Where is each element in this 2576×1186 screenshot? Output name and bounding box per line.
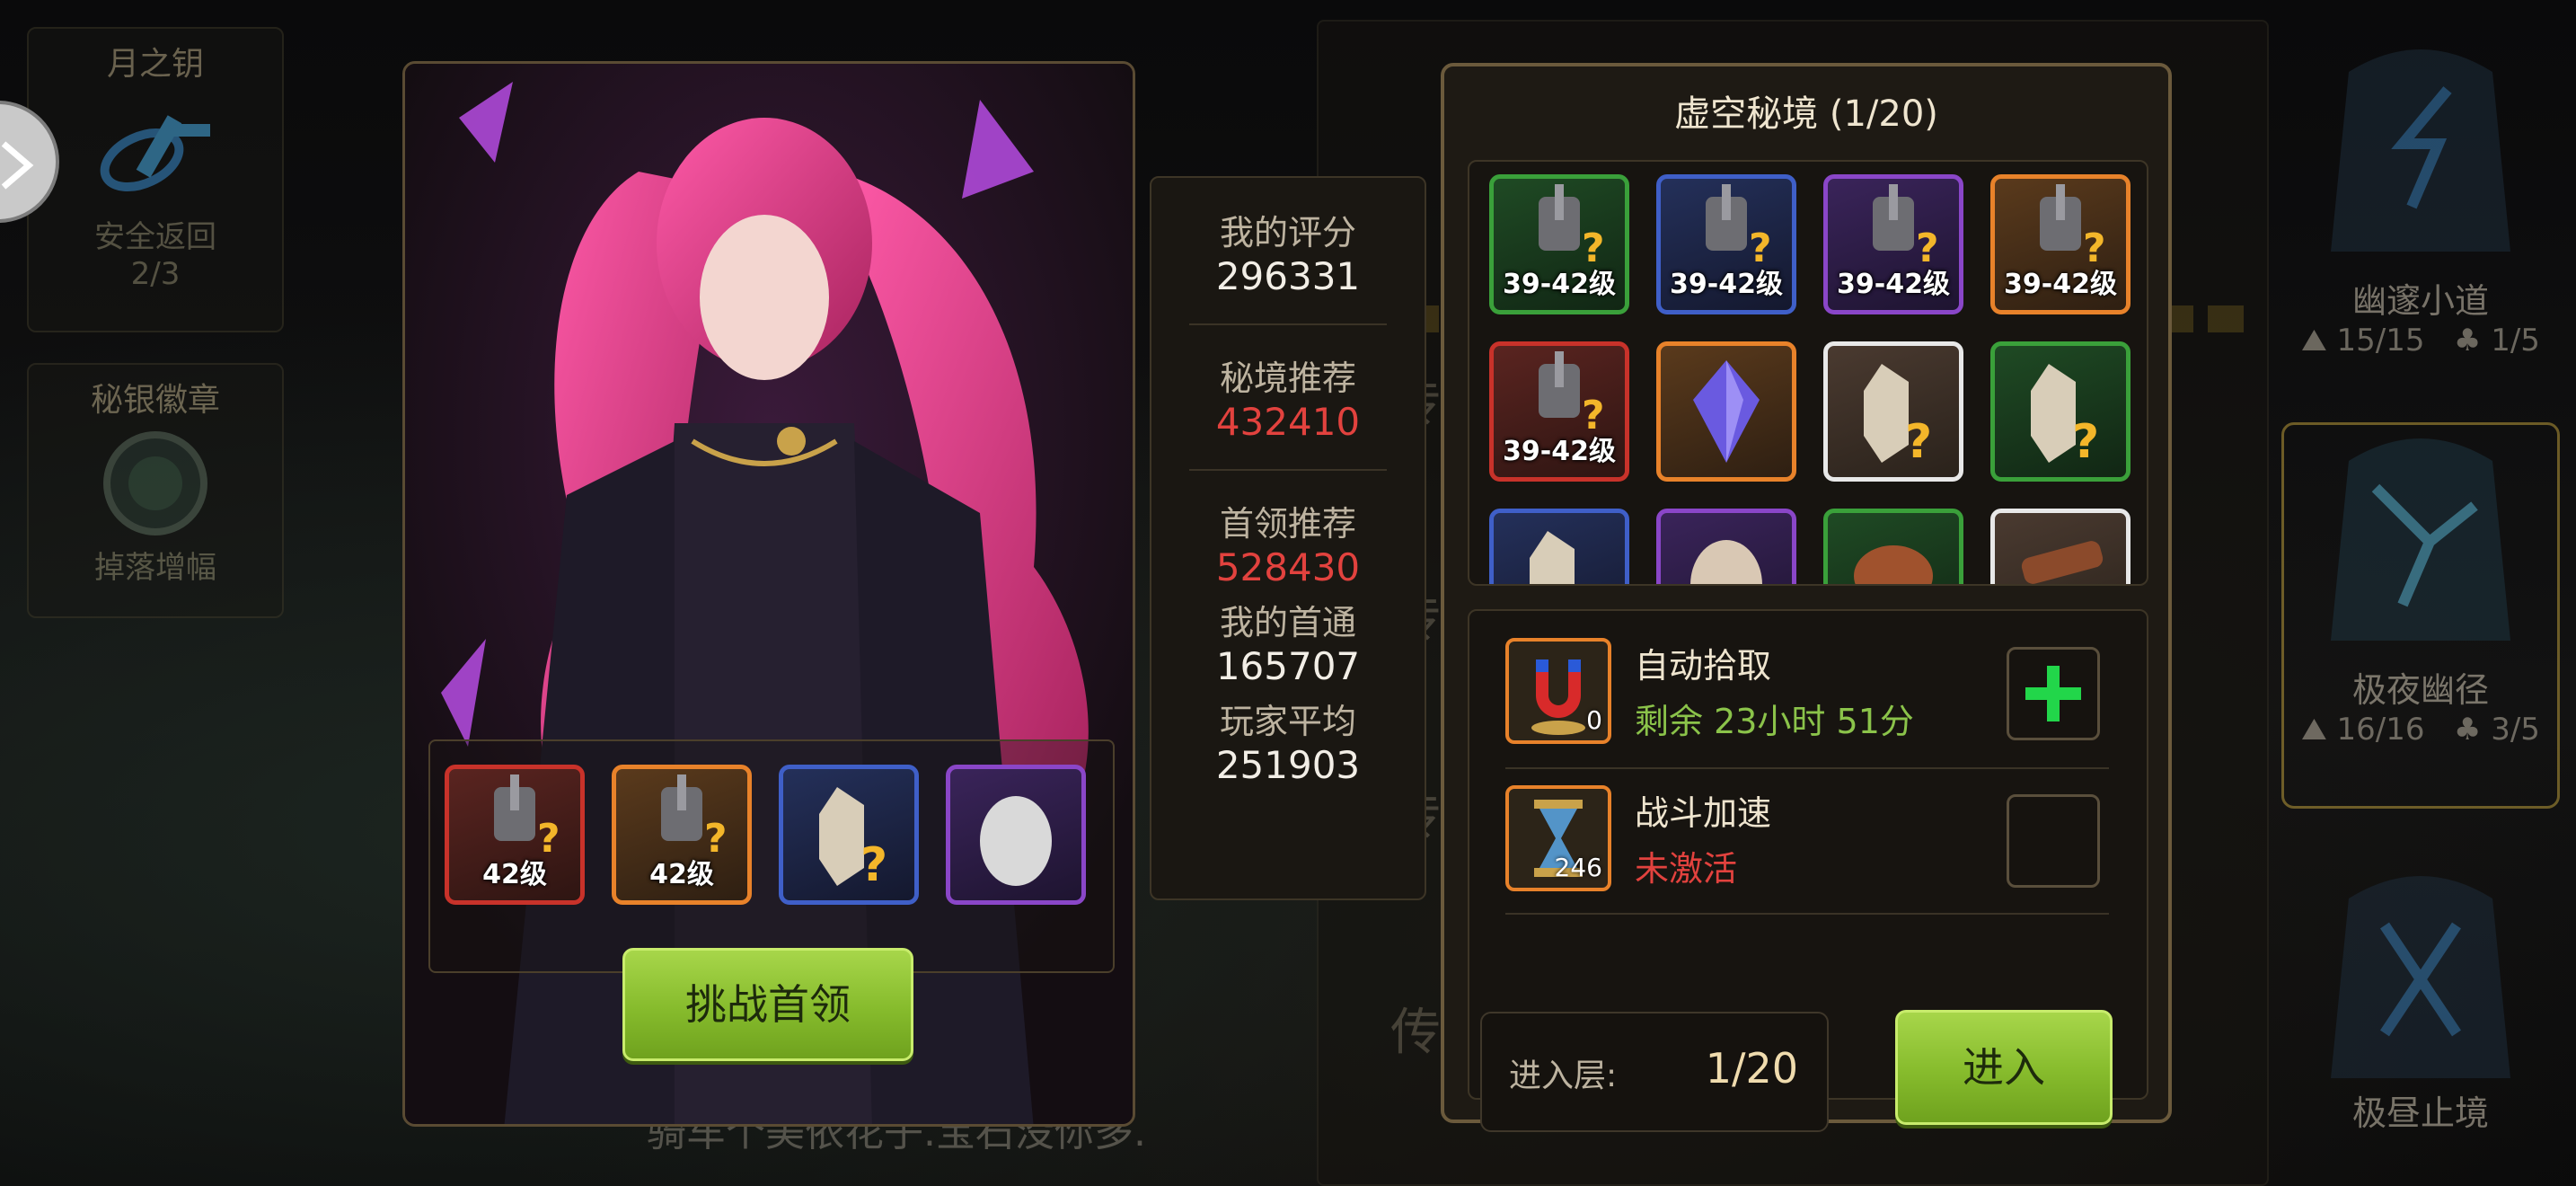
svg-text:?: ? (860, 838, 887, 892)
boss-reward-strip: ? 42级 ? 42级 ? (428, 739, 1115, 973)
stats-panel: 我的评分 296331 秘境推荐 432410 首领推荐 528430 我的首通… (1150, 176, 1426, 900)
boss-rec-value: 528430 (1215, 545, 1361, 589)
dungeon-node[interactable]: 幽邃小道 ⛰ 15/15 ♣ 1/5 (2281, 36, 2560, 358)
drop-item[interactable] (1489, 509, 1629, 584)
clear-icon: ⛰ (2301, 712, 2327, 748)
boss-panel: ? 42级 ? 42级 ? 挑战首领 (402, 61, 1135, 1127)
drop-item[interactable]: ? 39-42级 (1990, 174, 2130, 314)
floor-label: 进入层: (1509, 1058, 1618, 1094)
rune-stone-icon (2331, 49, 2510, 252)
mithril-badge-label: 掉落增幅 (94, 550, 216, 586)
battle-speed-count: 246 (1554, 853, 1602, 882)
auto-pickup-count: 0 (1586, 705, 1602, 735)
dungeon-node-progress: 15/15 (2336, 323, 2425, 358)
dungeon-drop-grid[interactable]: ? 39-42级 ? 39-42级 ? 39-42级 ? 39-42级 ? 39… (1468, 160, 2148, 586)
player-avg-label: 玩家平均 (1219, 702, 1356, 741)
boss-reward-item[interactable]: ? 42级 (445, 765, 585, 905)
dungeon-node[interactable]: 极昼止境 (2281, 863, 2560, 1135)
battle-speed-toggle[interactable] (2007, 794, 2100, 888)
item-level: 42级 (482, 859, 547, 890)
crystal-mystery-icon: ? (819, 787, 887, 892)
first-clear-label: 我的首通 (1219, 603, 1356, 642)
item-level: 42级 (649, 859, 714, 890)
dungeon-node-progress: 16/16 (2336, 712, 2425, 748)
moon-key-title: 月之钥 (106, 46, 204, 83)
tree-icon: ♣ (2453, 323, 2482, 358)
divider (1189, 323, 1387, 325)
svg-text:?: ? (2072, 415, 2099, 469)
drop-item[interactable]: ? 39-42级 (1489, 174, 1629, 314)
auto-pickup-status: 剩余 23小时 51分 (1635, 702, 1914, 741)
egg-icon (980, 796, 1052, 886)
boss-reward-item[interactable] (946, 765, 1086, 905)
battle-speed-icon-box: 246 (1505, 785, 1611, 891)
purple-crystal-icon (1693, 360, 1760, 463)
dungeon-node-selected[interactable]: 极夜幽径 ⛰ 16/16 ♣ 3/5 (2281, 422, 2560, 809)
crystal-mystery-icon (1530, 531, 1575, 584)
item-level: 39-42级 (1503, 269, 1616, 300)
svg-text:?: ? (1905, 415, 1932, 469)
drop-item[interactable] (1990, 509, 2130, 584)
boss-reward-item[interactable]: ? 42级 (612, 765, 752, 905)
clear-icon: ⛰ (2301, 323, 2327, 358)
crystal-mystery-icon: ? (1864, 364, 1932, 469)
my-score-label: 我的评分 (1219, 213, 1356, 252)
divider (1505, 767, 2109, 769)
drop-item[interactable]: ? 39-42级 (1823, 174, 1963, 314)
item-level: 39-42级 (1670, 269, 1783, 300)
rune-stone-icon (2331, 438, 2510, 641)
divider (1189, 469, 1387, 471)
moon-key-label: 安全返回 (94, 219, 216, 255)
boss-reward-item[interactable]: ? (779, 765, 919, 905)
mithril-badge-icon (97, 429, 214, 537)
auto-pickup-icon-box: 0 (1505, 638, 1611, 744)
auto-pickup-name: 自动拾取 (1635, 646, 1772, 686)
drop-item[interactable] (1656, 341, 1796, 482)
drop-item[interactable]: ? 39-42级 (1489, 341, 1629, 482)
moon-key-count: 2/3 (130, 256, 181, 292)
moon-key-icon (88, 97, 223, 205)
battle-speed-name: 战斗加速 (1635, 793, 1772, 833)
egg-icon (1690, 540, 1762, 584)
dungeon-node-name: 极夜幽径 (2351, 670, 2489, 710)
floor-selector[interactable]: 进入层: 1/20 (1480, 1012, 1829, 1132)
wood-icon (2021, 541, 2104, 584)
moon-key-card[interactable]: 月之钥 安全返回 2/3 (27, 27, 284, 332)
drop-item[interactable]: ? (1990, 341, 2130, 482)
boss-rec-label: 首领推荐 (1219, 504, 1356, 544)
dungeon-node-meta: ⛰ 15/15 ♣ 1/5 (2281, 323, 2560, 358)
dungeon-panel: 虚空秘境 (1/20) ? 39-42级 ? 39-42级 ? 39-42级 ?… (1441, 63, 2172, 1132)
ore-icon (1854, 545, 1933, 584)
dungeon-title: 虚空秘境 (1/20) (1674, 93, 1938, 135)
crystal-mystery-icon: ? (2031, 364, 2099, 469)
drop-item[interactable]: ? (1823, 341, 1963, 482)
item-level: 39-42级 (1837, 269, 1950, 300)
dungeon-node-count: 3/5 (2491, 712, 2540, 748)
challenge-boss-button[interactable]: 挑战首领 (622, 948, 913, 1061)
dungeon-node-count: 1/5 (2491, 323, 2540, 358)
drop-item[interactable]: ? 39-42级 (1656, 174, 1796, 314)
floor-value: 1/20 (1705, 1044, 1798, 1093)
plus-icon (2025, 666, 2081, 721)
item-level: 39-42级 (2004, 269, 2117, 300)
dungeon-rec-value: 432410 (1215, 400, 1361, 444)
bg-list-item: 传 (1390, 1004, 1441, 1062)
tree-icon: ♣ (2453, 712, 2482, 748)
chevron-right-icon (1, 141, 34, 190)
dungeon-rec-label: 秘境推荐 (1219, 358, 1356, 398)
battle-speed-status: 未激活 (1635, 849, 1738, 889)
first-clear-value: 165707 (1215, 644, 1361, 688)
dungeon-node-meta: ⛰ 16/16 ♣ 3/5 (2284, 712, 2557, 748)
enter-button[interactable]: 进入 (1895, 1010, 2113, 1125)
drop-item[interactable] (1823, 509, 1963, 584)
divider (1505, 913, 2109, 915)
item-level: 39-42级 (1503, 436, 1616, 467)
player-avg-value: 251903 (1215, 743, 1361, 787)
mithril-badge-title: 秘银徽章 (90, 382, 220, 419)
rune-stone-icon (2331, 876, 2510, 1078)
auto-pickup-add-button[interactable] (2007, 647, 2100, 740)
drop-item[interactable] (1656, 509, 1796, 584)
my-score-value: 296331 (1215, 254, 1361, 298)
mithril-badge-card[interactable]: 秘银徽章 掉落增幅 (27, 363, 284, 618)
